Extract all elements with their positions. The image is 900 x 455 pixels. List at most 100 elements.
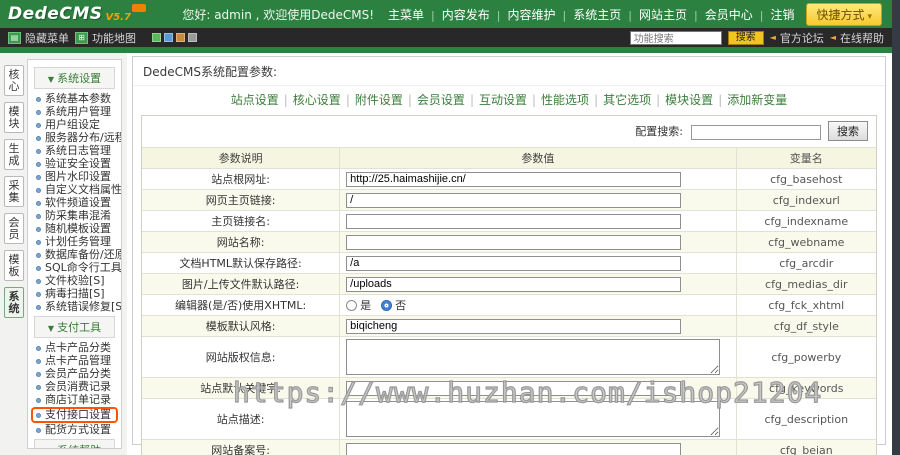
param-input[interactable] xyxy=(346,171,682,187)
param-textarea[interactable] xyxy=(346,401,720,437)
radio-option[interactable]: 否 xyxy=(381,297,406,313)
shortcut-button[interactable]: 快捷方式 ▾ xyxy=(806,2,882,26)
config-tab[interactable]: 模块设置 xyxy=(665,93,713,107)
top-nav-item[interactable]: 内容维护 xyxy=(508,8,556,22)
menu-item-label: 图片水印设置 xyxy=(45,170,111,183)
radio-icon[interactable] xyxy=(346,299,358,311)
bullet-icon xyxy=(36,345,41,351)
menu-item[interactable]: 点卡产品分类 xyxy=(31,342,118,354)
menu-item[interactable]: 系统用户管理 xyxy=(31,106,118,118)
config-search-button[interactable]: 搜索 xyxy=(828,121,868,141)
top-nav-item[interactable]: 内容发布 xyxy=(442,8,490,22)
menu-item-label: 病毒扫描[S] xyxy=(45,287,105,300)
param-varname: cfg_indexurl xyxy=(772,193,840,207)
config-tab[interactable]: 其它选项 xyxy=(603,93,651,107)
top-nav-item[interactable]: 系统主页 xyxy=(573,8,621,22)
vertical-tabs: 核心模块生成采集会员模板系统 xyxy=(0,53,27,455)
radio-label: 否 xyxy=(395,299,407,312)
menu-item[interactable]: 文件校验[S] xyxy=(31,275,118,287)
menu-item[interactable]: 病毒扫描[S] xyxy=(31,288,118,300)
sidebar-tab[interactable]: 生成 xyxy=(4,139,24,170)
menu-item[interactable]: 系统错误修复[S] xyxy=(31,301,121,313)
menu-section-header[interactable]: ▼系统帮助 xyxy=(34,439,115,448)
menu-item[interactable]: 防采集串混淆 xyxy=(31,210,118,222)
param-label: 网站版权信息: xyxy=(142,337,341,377)
menu-item[interactable]: 系统基本参数 xyxy=(31,93,118,105)
menu-item[interactable]: 图片水印设置 xyxy=(31,171,118,183)
menu-item[interactable]: 会员消费记录 xyxy=(31,381,118,393)
function-map-button[interactable]: 功能地图 xyxy=(75,30,136,46)
menu-item[interactable]: 商店订单记录 xyxy=(31,394,118,406)
nav-separator: | xyxy=(562,8,567,22)
menu-item[interactable]: 会员产品分类 xyxy=(31,368,118,380)
menu-item[interactable]: 随机模板设置 xyxy=(31,223,118,235)
function-search-input[interactable] xyxy=(629,30,722,45)
config-tab[interactable]: 附件设置 xyxy=(355,93,403,107)
menu-item[interactable]: 验证安全设置 xyxy=(31,158,118,170)
param-input[interactable] xyxy=(346,380,682,396)
sidebar-tab[interactable]: 系统 xyxy=(4,287,24,318)
param-input[interactable] xyxy=(346,213,682,229)
menu-item[interactable]: 计划任务管理 xyxy=(31,236,118,248)
menu-section-header[interactable]: ▼ 系统设置 xyxy=(34,67,115,89)
menu-item[interactable]: 数据库备份/还原 xyxy=(31,249,121,261)
top-nav-item[interactable]: 会员中心 xyxy=(705,8,753,22)
top-header-bar: DedeCMS V5.7 您好: admin , 欢迎使用DedeCMS! 主菜… xyxy=(0,0,892,28)
radio-option[interactable]: 是 xyxy=(346,297,371,313)
config-tab[interactable]: 站点设置 xyxy=(231,93,279,107)
online-help-link[interactable]: ◄ 在线帮助 xyxy=(830,30,884,46)
param-input[interactable] xyxy=(346,234,682,250)
official-forum-link[interactable]: ◄ 官方论坛 xyxy=(770,30,824,46)
sidebar-tab[interactable]: 模板 xyxy=(4,250,24,281)
menu-item[interactable]: 系统日志管理 xyxy=(31,145,118,157)
param-input[interactable] xyxy=(346,192,682,208)
top-nav-item[interactable]: 注销 xyxy=(770,8,794,22)
top-nav-item[interactable]: 主菜单 xyxy=(388,8,424,22)
config-tab[interactable]: 核心设置 xyxy=(293,93,341,107)
param-label: 模板默认风格: xyxy=(142,316,341,336)
sidebar-tab[interactable]: 核心 xyxy=(4,65,24,96)
config-tab[interactable]: 性能选项 xyxy=(541,93,589,107)
top-nav-item[interactable]: 网站主页 xyxy=(639,8,687,22)
menu-item[interactable]: 用户组设定 xyxy=(31,119,118,131)
table-row: 站点根网址: cfg_basehost xyxy=(142,168,876,189)
theme-color-swatch[interactable] xyxy=(164,33,173,42)
param-varname: cfg_df_style xyxy=(773,319,839,333)
menu-item[interactable]: 服务器分布/远程 xyxy=(31,132,121,144)
hide-menu-icon xyxy=(8,31,21,44)
param-varname: cfg_indexname xyxy=(764,214,849,228)
param-value-cell: 是否 xyxy=(340,295,737,315)
param-input[interactable] xyxy=(346,276,682,292)
bullet-icon xyxy=(36,213,41,219)
theme-squares xyxy=(152,33,197,42)
menu-item[interactable]: 配货方式设置 xyxy=(31,424,118,436)
sidebar-tab[interactable]: 会员 xyxy=(4,213,24,244)
config-search-input[interactable] xyxy=(690,124,821,140)
param-textarea[interactable] xyxy=(346,339,720,375)
config-tab[interactable]: 会员设置 xyxy=(417,93,465,107)
menu-section-header[interactable]: ▼ 支付工具 xyxy=(34,316,115,338)
menu-item[interactable]: 软件频道设置 xyxy=(31,197,118,209)
hide-menu-button[interactable]: 隐藏菜单 xyxy=(8,30,69,46)
param-input[interactable] xyxy=(346,255,682,271)
sidebar-tab[interactable]: 采集 xyxy=(4,176,24,207)
config-tab[interactable]: 添加新变量 xyxy=(727,93,787,107)
sidebar-tab[interactable]: 模块 xyxy=(4,102,24,133)
menu-item[interactable]: 支付接口设置 xyxy=(31,407,118,423)
menu-item[interactable]: 点卡产品管理 xyxy=(31,355,118,367)
param-input[interactable] xyxy=(346,442,682,455)
radio-icon[interactable] xyxy=(381,299,393,311)
menu-item-label: 商店订单记录 xyxy=(45,393,111,406)
function-search-button[interactable]: 搜索 xyxy=(727,30,764,45)
table-row: 网站名称: cfg_webname xyxy=(142,231,876,252)
logo-version: V5.7 xyxy=(105,12,131,23)
config-tab[interactable]: 互动设置 xyxy=(479,93,527,107)
bullet-icon xyxy=(36,239,41,245)
menu-item[interactable]: 自定义文档属性 xyxy=(31,184,121,196)
theme-color-swatch[interactable] xyxy=(188,33,197,42)
param-value-cell xyxy=(340,399,737,439)
menu-item[interactable]: SQL命令行工具 xyxy=(31,262,121,274)
param-input[interactable] xyxy=(346,318,682,334)
theme-color-swatch[interactable] xyxy=(176,33,185,42)
theme-color-swatch[interactable] xyxy=(152,33,161,42)
